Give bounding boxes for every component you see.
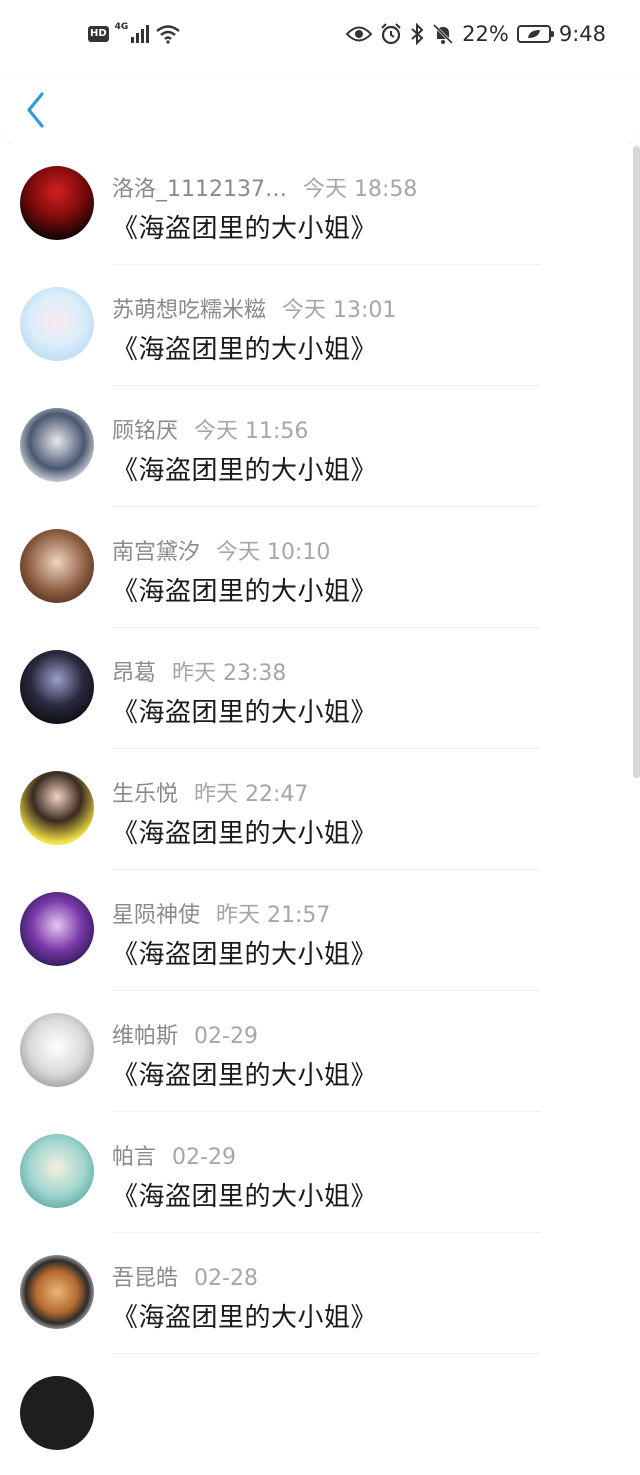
- battery-leaf-icon: [516, 25, 554, 43]
- avatar: [20, 166, 94, 240]
- alarm-icon: [381, 23, 401, 45]
- timestamp: 今天 13:01: [282, 298, 397, 323]
- timestamp: 02-29: [172, 1145, 236, 1170]
- avatar: [20, 1376, 94, 1450]
- list-item[interactable]: 南宫黛汐 今天 10:10 《海盗团里的大小姐》: [0, 507, 630, 628]
- timestamp: 昨天 22:47: [194, 782, 309, 807]
- sender-name: 南宫黛汐: [112, 540, 201, 565]
- sender-name: 吾昆皓: [112, 1266, 179, 1291]
- signal-icon: [131, 25, 150, 43]
- bell-off-icon: [433, 23, 454, 45]
- message-text: 《海盗团里的大小姐》: [112, 456, 378, 486]
- sender-name: 生乐悦: [112, 782, 179, 807]
- message-text: 《海盗团里的大小姐》: [112, 819, 378, 849]
- wifi-icon: [156, 25, 181, 44]
- avatar: [20, 1134, 94, 1208]
- status-left: HD 4G: [88, 22, 181, 44]
- avatar: [20, 1013, 94, 1087]
- nav-bar: [0, 76, 640, 144]
- chevron-left-icon: [27, 92, 44, 128]
- status-bar: HD 4G 22% 9:48: [0, 0, 640, 76]
- sender-name: 维帕斯: [112, 1024, 179, 1049]
- avatar: [20, 529, 94, 603]
- message-text: 《海盗团里的大小姐》: [112, 698, 378, 728]
- timestamp: 02-29: [194, 1024, 258, 1049]
- timestamp: 今天 10:10: [216, 540, 331, 565]
- list-item[interactable]: 维帕斯 02-29 《海盗团里的大小姐》: [0, 991, 630, 1112]
- network-type: 4G: [114, 22, 129, 32]
- message-text: 《海盗团里的大小姐》: [112, 214, 378, 244]
- list-item[interactable]: 星陨神使 昨天 21:57 《海盗团里的大小姐》: [0, 870, 630, 991]
- eye-icon: [346, 26, 373, 42]
- sender-name: 顾铭厌: [112, 419, 179, 444]
- timestamp: 今天 11:56: [194, 419, 309, 444]
- battery-percent: 22%: [462, 22, 509, 46]
- status-right: 22% 9:48: [346, 22, 606, 46]
- message-text: 《海盗团里的大小姐》: [112, 577, 378, 607]
- message-text: 《海盗团里的大小姐》: [112, 1303, 378, 1333]
- avatar: [20, 1255, 94, 1329]
- sender-name: 帕言: [112, 1145, 157, 1170]
- avatar: [20, 408, 94, 482]
- sender-name: 苏萌想吃糯米糍: [112, 298, 267, 323]
- timestamp: 02-28: [194, 1266, 258, 1291]
- hd-icon: HD: [88, 26, 109, 42]
- list-item[interactable]: 帕言 02-29 《海盗团里的大小姐》: [0, 1112, 630, 1233]
- list-item[interactable]: 顾铭厌 今天 11:56 《海盗团里的大小姐》: [0, 386, 630, 507]
- list-item[interactable]: 生乐悦 昨天 22:47 《海盗团里的大小姐》: [0, 749, 630, 870]
- avatar: [20, 892, 94, 966]
- list-item-partial[interactable]: [0, 1354, 630, 1475]
- scrollbar[interactable]: [633, 146, 640, 778]
- message-text: 《海盗团里的大小姐》: [112, 1182, 378, 1212]
- timestamp: 昨天 23:38: [172, 661, 287, 686]
- list-item[interactable]: 洛洛_1112137… 今天 18:58 《海盗团里的大小姐》: [0, 144, 630, 265]
- avatar: [20, 771, 94, 845]
- message-list: 洛洛_1112137… 今天 18:58 《海盗团里的大小姐》 苏萌想吃糯米糍 今天…: [0, 144, 640, 1450]
- message-text: 《海盗团里的大小姐》: [112, 1061, 378, 1091]
- timestamp: 昨天 21:57: [216, 903, 331, 928]
- message-text: 《海盗团里的大小姐》: [112, 335, 378, 365]
- timestamp: 今天 18:58: [302, 177, 418, 202]
- list-item[interactable]: 吾昆皓 02-28 《海盗团里的大小姐》: [0, 1233, 630, 1354]
- bluetooth-icon: [411, 23, 424, 45]
- list-item[interactable]: 苏萌想吃糯米糍 今天 13:01 《海盗团里的大小姐》: [0, 265, 630, 386]
- sender-name: 星陨神使: [112, 903, 201, 928]
- avatar: [20, 650, 94, 724]
- sender-name: 昂葛: [112, 661, 157, 686]
- avatar: [20, 287, 94, 361]
- clock: 9:48: [558, 22, 606, 46]
- message-text: 《海盗团里的大小姐》: [112, 940, 378, 970]
- list-item[interactable]: 昂葛 昨天 23:38 《海盗团里的大小姐》: [0, 628, 630, 749]
- sender-name: 洛洛_1112137…: [112, 177, 287, 202]
- back-button[interactable]: [20, 88, 60, 132]
